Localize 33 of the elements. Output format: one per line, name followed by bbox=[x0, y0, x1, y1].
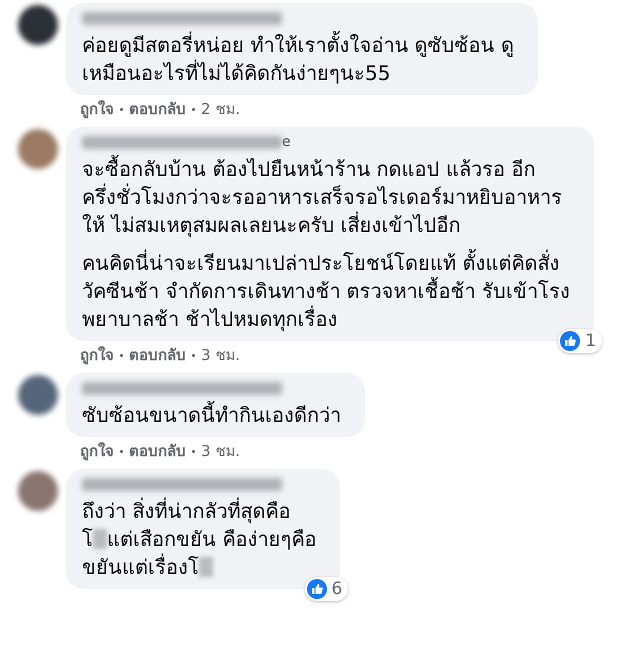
censor-mark bbox=[93, 529, 107, 549]
comment-text: จะซื้อกลับบ้าน ต้องไปยืนหน้าร้าน กดแอป แล้วรอ อีก bbox=[82, 155, 536, 183]
like-link[interactable]: ถูกใจ bbox=[80, 345, 114, 365]
comment-text: คนคิดนี่น่าจะเรียนมาเปล่าประโยชน์โดยแท้ ตั้งแต่คิดสั่ง bbox=[82, 249, 560, 277]
comment-text: แต่เสือกขยัน คือง่ายๆคือ bbox=[107, 526, 316, 553]
reaction-count: 6 bbox=[332, 579, 342, 599]
comment-text: พยาบาลช้า ช้าไปหมดทุกเรื่อง bbox=[82, 305, 338, 333]
reply-link[interactable]: ตอบกลับ bbox=[129, 99, 186, 119]
like-link[interactable]: ถูกใจ bbox=[80, 99, 114, 119]
comment-text: ซับซ้อนขนาดนี้ทำกินเองดีกว่า bbox=[82, 401, 341, 429]
comment-time[interactable]: 2 ชม. bbox=[201, 99, 240, 119]
comment-text: โ bbox=[82, 526, 93, 553]
comment-text: ขยันแต่เรื่องโ bbox=[82, 553, 199, 581]
comment-time[interactable]: 3 ชม. bbox=[201, 345, 240, 365]
like-link[interactable]: ถูกใจ bbox=[80, 441, 114, 461]
avatar[interactable] bbox=[18, 375, 58, 415]
reaction-badge[interactable]: 1 bbox=[558, 329, 602, 353]
comment-text: เหมือนอะไรที่ไม่ได้คิดกันง่ายๆนะ55 bbox=[82, 59, 390, 87]
comment-text: ครึ่งชั่วโมงกว่าจะรออาหารเสร็จรอไรเดอร์มาหยิบอาหาร bbox=[82, 183, 562, 211]
censor-mark bbox=[199, 557, 213, 577]
comment-text: ให้ ไม่สมเหตุสมผลเลยนะครับ เสี่ยงเข้าไปอีก bbox=[82, 211, 461, 239]
reaction-badge[interactable]: 6 bbox=[304, 577, 348, 601]
like-icon bbox=[560, 331, 580, 351]
comment-text: วัคซีนช้า จำกัดการเดินทางช้า ตรวจหาเชื้อช้า รับเข้าโรง bbox=[82, 277, 570, 305]
comment-text: ค่อยดูมีสตอรี่หน่อย ทำให้เราตั้งใจอ่าน ดูซับซ้อน ดู bbox=[82, 31, 514, 59]
comment-time[interactable]: 3 ชม. bbox=[201, 441, 240, 461]
reaction-count: 1 bbox=[585, 331, 596, 351]
like-icon bbox=[306, 579, 327, 599]
avatar[interactable] bbox=[18, 5, 58, 45]
author-name[interactable]: e bbox=[282, 134, 291, 150]
reply-link[interactable]: ตอบกลับ bbox=[129, 345, 186, 365]
reply-link[interactable]: ตอบกลับ bbox=[129, 441, 186, 461]
comment-text: ถึงว่า สิ่งที่น่ากลัวที่สุดคือ bbox=[82, 497, 290, 525]
